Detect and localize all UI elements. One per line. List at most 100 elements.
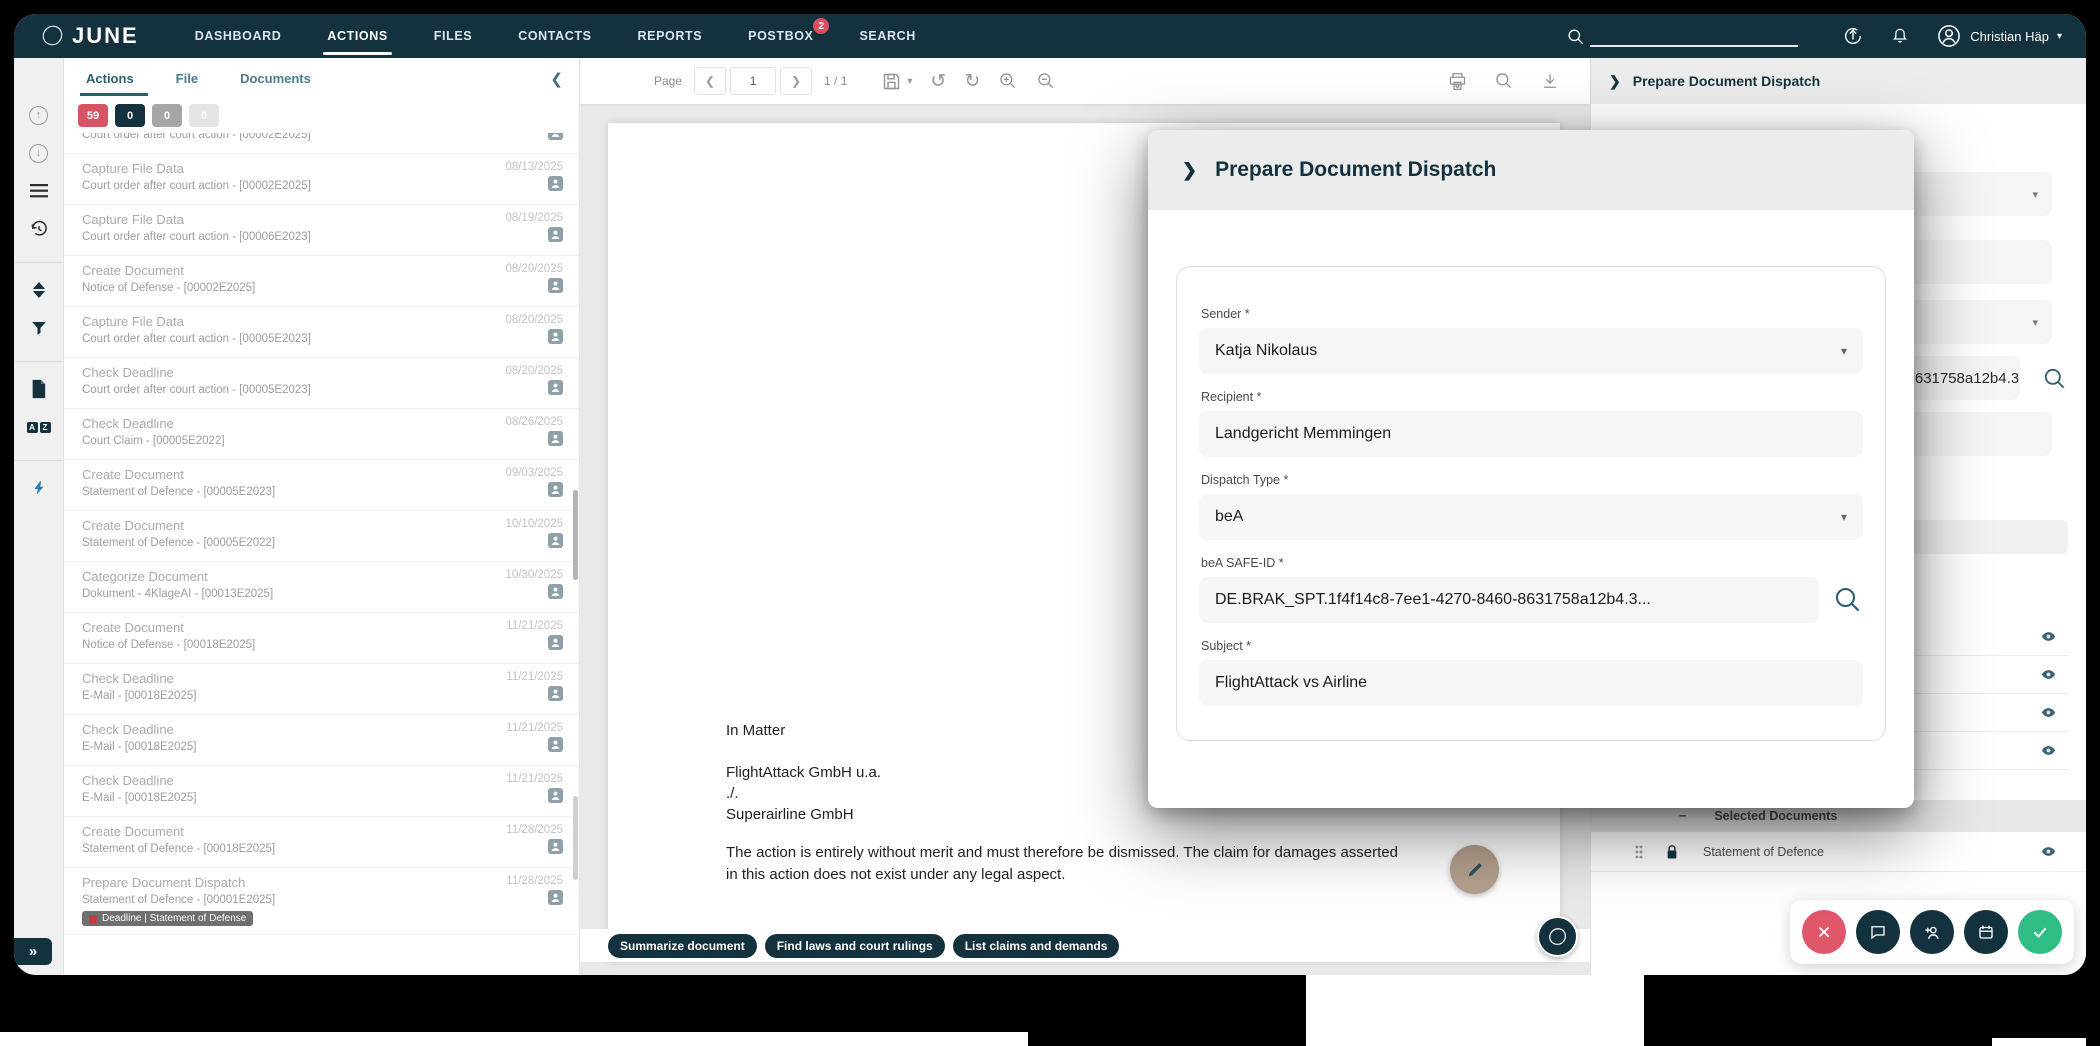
panel-tab[interactable]: Documents (240, 71, 311, 90)
action-title: Check Deadline (82, 416, 225, 431)
schedule-button[interactable] (1964, 910, 2008, 954)
prev-page-button[interactable]: ❮ (694, 67, 726, 95)
search-input[interactable] (1590, 25, 1798, 47)
action-list-item[interactable]: Create Document Statement of Defence - [… (64, 460, 579, 511)
menu-lines-icon[interactable] (28, 180, 50, 202)
translate-icon[interactable]: AZ (28, 416, 50, 438)
rotate-left-icon[interactable]: ↺ (930, 72, 946, 91)
ai-suggestion-bar: Summarize document Find laws and court r… (580, 929, 1590, 962)
action-list-item[interactable]: Check Deadline E-Mail - [00018E2025] 11/… (64, 766, 579, 817)
ai-suggestion-chip[interactable]: Find laws and court rulings (765, 934, 945, 958)
action-list-item[interactable]: Create Document Statement of Defence - [… (64, 817, 579, 868)
field-label: Recipient * (1201, 390, 1861, 404)
save-icon[interactable]: ▾ (881, 71, 912, 92)
search-document-icon[interactable] (1494, 71, 1514, 91)
filter-icon[interactable] (28, 317, 50, 339)
next-page-button[interactable]: ❯ (780, 67, 812, 95)
collapse-section-icon[interactable]: − (1679, 809, 1686, 823)
eye-icon[interactable] (2041, 743, 2056, 758)
field-input[interactable]: DE.BRAK_SPT.1f4f14c8-7ee1-4270-8460-8631… (1199, 577, 1819, 623)
action-title: Categorize Document (82, 569, 273, 584)
document-icon[interactable] (28, 378, 50, 400)
field-input[interactable]: Katja Nikolaus ▾ (1199, 328, 1863, 374)
eye-icon[interactable] (2041, 629, 2056, 644)
action-title: Check Deadline (82, 671, 196, 686)
action-list-item[interactable]: Create Document Notice of Defense - [000… (64, 613, 579, 664)
assign-user-button[interactable] (1910, 910, 1954, 954)
list-scrollbar-thumb[interactable] (573, 796, 578, 880)
panel-tab[interactable]: File (176, 71, 198, 90)
nav-item[interactable]: DASHBOARD (195, 14, 282, 58)
nav-item[interactable]: POSTBOX 2 (748, 14, 813, 58)
ai-assistant-button[interactable] (1537, 916, 1578, 957)
scroll-down-icon[interactable]: ↓ (28, 142, 50, 164)
field-input[interactable]: beA ▾ (1199, 494, 1863, 540)
eye-icon[interactable] (2041, 667, 2056, 682)
eye-icon[interactable] (2041, 705, 2056, 720)
user-menu[interactable]: Christian Häp ▾ (1936, 23, 2062, 49)
action-list-item[interactable]: Prepare Document Dispatch Statement of D… (64, 868, 579, 935)
count-chip[interactable]: 59 (78, 104, 108, 127)
action-list-item[interactable]: Capture File Data Court order after cour… (64, 154, 579, 205)
page-label: Page (654, 74, 682, 88)
notifications-bell-icon[interactable] (1890, 26, 1910, 46)
lightning-icon[interactable] (28, 477, 50, 499)
june-logo[interactable]: JUNE (40, 23, 139, 49)
global-search[interactable] (1566, 25, 1798, 47)
save-caret-icon[interactable]: ▾ (907, 76, 912, 87)
edit-document-fab[interactable] (1450, 845, 1499, 894)
drag-handle-icon[interactable] (1635, 845, 1643, 859)
nav-item[interactable]: CONTACTS (518, 14, 591, 58)
nav-item[interactable]: ACTIONS (327, 14, 387, 58)
action-list-item[interactable]: Create Document Statement of Defence - [… (64, 511, 579, 562)
user-caret-icon: ▾ (2057, 31, 2062, 42)
action-list-item[interactable]: Check Deadline Court order after court a… (64, 358, 579, 409)
history-icon[interactable] (28, 218, 50, 240)
collapse-panel-icon[interactable]: ❮ (550, 70, 563, 90)
safe-id-lookup-icon[interactable] (1833, 585, 1863, 615)
sort-icon[interactable] (28, 279, 50, 301)
actions-list: Check Deadline Court order after court a… (64, 133, 579, 975)
action-list-item[interactable]: Capture File Data Court order after cour… (64, 307, 579, 358)
modal-chevron-icon[interactable]: ❯ (1182, 160, 1197, 181)
print-icon[interactable] (1447, 71, 1468, 92)
upload-icon[interactable] (1842, 25, 1864, 47)
list-scrollbar-thumb[interactable] (573, 490, 578, 580)
action-list-item[interactable]: Check Deadline Court order after court a… (64, 133, 579, 154)
search-icon[interactable] (1566, 27, 1586, 47)
scroll-up-icon[interactable]: ↑ (28, 104, 50, 126)
download-icon[interactable] (1540, 71, 1560, 91)
nav-item[interactable]: SEARCH (859, 14, 915, 58)
action-list-item[interactable]: Check Deadline E-Mail - [00018E2025] 11/… (64, 664, 579, 715)
chevron-down-icon[interactable]: ▾ (1841, 344, 1847, 358)
nav-item[interactable]: FILES (434, 14, 472, 58)
nav-item[interactable]: REPORTS (638, 14, 703, 58)
panel-chevron-icon[interactable]: ❯ (1609, 73, 1621, 90)
rotate-right-icon[interactable]: ↻ (964, 72, 980, 91)
ai-suggestion-chip[interactable]: List claims and demands (953, 934, 1120, 958)
cancel-button[interactable] (1802, 910, 1846, 954)
eye-icon[interactable] (2041, 844, 2056, 859)
confirm-button[interactable] (2018, 910, 2062, 954)
ai-suggestion-chip[interactable]: Summarize document (608, 934, 757, 958)
action-list-item[interactable]: Check Deadline E-Mail - [00018E2025] 11/… (64, 715, 579, 766)
comment-button[interactable] (1856, 910, 1900, 954)
page-number-input[interactable]: 1 (730, 67, 776, 95)
count-chip[interactable]: 0 (189, 104, 219, 127)
action-list-item[interactable]: Capture File Data Court order after cour… (64, 205, 579, 256)
safe-id-search-icon[interactable] (2042, 366, 2068, 392)
selected-document-row[interactable]: Statement of Defence (1591, 832, 2086, 872)
field-input[interactable]: FlightAttack vs Airline ▾ (1199, 660, 1863, 706)
action-list-item[interactable]: Create Document Notice of Defense - [000… (64, 256, 579, 307)
action-list-item[interactable]: Check Deadline Court Claim - [00005E2022… (64, 409, 579, 460)
zoom-out-icon[interactable] (1036, 71, 1056, 91)
expand-rail-button[interactable]: » (14, 938, 52, 965)
action-title: Create Document (82, 620, 255, 635)
field-input[interactable]: Landgericht Memmingen ▾ (1199, 411, 1863, 457)
count-chip[interactable]: 0 (152, 104, 182, 127)
chevron-down-icon[interactable]: ▾ (1841, 510, 1847, 524)
count-chip[interactable]: 0 (115, 104, 145, 127)
zoom-in-icon[interactable] (998, 71, 1018, 91)
action-list-item[interactable]: Categorize Document Dokument - 4KlageAI … (64, 562, 579, 613)
panel-tab[interactable]: Actions (86, 71, 134, 90)
